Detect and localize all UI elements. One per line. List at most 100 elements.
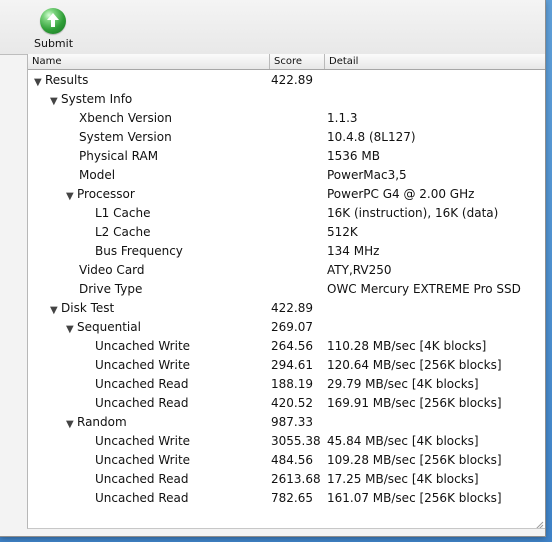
row-name: Uncached Write [95, 453, 191, 467]
score-cell: 3055.38 [271, 434, 321, 448]
detail-cell: 134 MHz [327, 244, 380, 258]
table-row[interactable]: Uncached Read 2613.68 17.25 MB/sec [4K b… [28, 469, 545, 488]
arrow-up-icon [40, 8, 66, 34]
detail-cell: PowerMac3,5 [327, 168, 407, 182]
row-name: Uncached Read [95, 472, 189, 486]
row-name: Xbench Version [79, 111, 172, 125]
detail-cell: 45.84 MB/sec [4K blocks] [327, 434, 479, 448]
disclosure-triangle-icon[interactable]: ▼ [66, 192, 76, 202]
score-cell: 987.33 [271, 415, 313, 429]
detail-cell: 512K [327, 225, 358, 239]
score-cell [271, 91, 326, 107]
score-cell: 782.65 [271, 491, 313, 505]
row-name: Model [79, 168, 116, 182]
score-cell: 294.61 [271, 358, 313, 372]
row-name: L1 Cache [95, 206, 151, 220]
disclosure-triangle-icon[interactable]: ▼ [66, 325, 76, 335]
table-row[interactable]: Model PowerMac3,5 [28, 165, 545, 184]
table-header: Name Score Detail [28, 54, 545, 70]
score-cell: 484.56 [271, 453, 313, 467]
name-column-header[interactable]: Name [28, 54, 270, 69]
results-name-cell: ▼ Results [34, 72, 88, 88]
row-name: Uncached Read [95, 377, 189, 391]
detail-cell: ATY,RV250 [327, 263, 392, 277]
table-row[interactable]: Uncached Write 3055.38 45.84 MB/sec [4K … [28, 431, 545, 450]
processor-name-cell: ▼ Processor [66, 186, 135, 202]
submit-button[interactable]: Submit [26, 4, 82, 50]
table-rows: ▼ Results 422.89 ▼ System Info Xbench Vers… [28, 70, 545, 528]
score-cell: 264.56 [271, 339, 313, 353]
detail-cell [327, 414, 543, 430]
detail-column-header[interactable]: Detail [325, 54, 545, 69]
table-row[interactable]: Drive Type OWC Mercury EXTREME Pro SSD [28, 279, 545, 298]
row-name: Uncached Read [95, 491, 189, 505]
row-name: System Version [79, 130, 172, 144]
system-info-name-cell: ▼ System Info [50, 91, 132, 107]
table-row[interactable]: Uncached Write 294.61 120.64 MB/sec [256… [28, 355, 545, 374]
random-name-cell: ▼ Random [66, 414, 127, 430]
disclosure-triangle-icon[interactable]: ▼ [34, 78, 44, 88]
detail-cell: PowerPC G4 @ 2.00 GHz [327, 187, 475, 201]
table-row[interactable]: Bus Frequency 134 MHz [28, 241, 545, 260]
detail-cell: 161.07 MB/sec [256K blocks] [327, 491, 502, 505]
detail-cell: 10.4.8 (8L127) [327, 130, 416, 144]
detail-cell: 17.25 MB/sec [4K blocks] [327, 472, 479, 486]
table-row[interactable]: Uncached Read 188.19 29.79 MB/sec [4K bl… [28, 374, 545, 393]
detail-cell: 1.1.3 [327, 111, 358, 125]
results-outline-table[interactable]: Name Score Detail ▼ Results 422.89 ▼ Syste… [27, 54, 545, 529]
score-cell: 422.89 [271, 73, 313, 87]
score-cell [271, 224, 326, 240]
table-row-disk-test[interactable]: ▼ Disk Test 422.89 [28, 298, 545, 317]
detail-cell: 169.91 MB/sec [256K blocks] [327, 396, 502, 410]
score-cell: 420.52 [271, 396, 313, 410]
score-cell [271, 167, 326, 183]
score-column-header[interactable]: Score [270, 54, 325, 69]
table-row-random[interactable]: ▼ Random 987.33 [28, 412, 545, 431]
resize-grip-icon[interactable] [532, 515, 544, 528]
detail-cell: OWC Mercury EXTREME Pro SSD [327, 282, 521, 296]
table-row[interactable]: Uncached Read 782.65 161.07 MB/sec [256K… [28, 488, 545, 507]
toolbar: Submit [0, 0, 545, 55]
row-name: Processor [77, 187, 135, 201]
detail-cell [327, 72, 543, 88]
score-cell [271, 205, 326, 221]
row-name: Uncached Read [95, 396, 189, 410]
disk-test-name-cell: ▼ Disk Test [50, 300, 114, 316]
detail-cell: 120.64 MB/sec [256K blocks] [327, 358, 502, 372]
score-cell [271, 110, 326, 126]
table-row[interactable]: L1 Cache 16K (instruction), 16K (data) [28, 203, 545, 222]
table-row-sequential[interactable]: ▼ Sequential 269.07 [28, 317, 545, 336]
score-cell: 422.89 [271, 301, 313, 315]
table-row-processor[interactable]: ▼ Processor PowerPC G4 @ 2.00 GHz [28, 184, 545, 203]
row-name: L2 Cache [95, 225, 151, 239]
table-row[interactable]: Uncached Write 484.56 109.28 MB/sec [256… [28, 450, 545, 469]
score-cell [271, 281, 326, 297]
disclosure-triangle-icon[interactable]: ▼ [66, 420, 76, 430]
row-name: Random [77, 415, 127, 429]
row-name: Disk Test [61, 301, 115, 315]
table-row[interactable]: Uncached Write 264.56 110.28 MB/sec [4K … [28, 336, 545, 355]
table-row[interactable]: L2 Cache 512K [28, 222, 545, 241]
score-cell [271, 186, 326, 202]
table-row[interactable]: Uncached Read 420.52 169.91 MB/sec [256K… [28, 393, 545, 412]
table-row-results[interactable]: ▼ Results 422.89 [28, 70, 545, 89]
score-cell: 269.07 [271, 320, 313, 334]
disclosure-triangle-icon[interactable]: ▼ [50, 97, 60, 107]
detail-cell [327, 300, 543, 316]
table-row[interactable]: System Version 10.4.8 (8L127) [28, 127, 545, 146]
row-name: Drive Type [79, 282, 143, 296]
row-name: Sequential [77, 320, 141, 334]
detail-cell [327, 319, 543, 335]
disclosure-triangle-icon[interactable]: ▼ [50, 306, 60, 316]
table-row[interactable]: Xbench Version 1.1.3 [28, 108, 545, 127]
row-name: Uncached Write [95, 434, 191, 448]
submit-label: Submit [34, 37, 74, 50]
score-cell [271, 129, 326, 145]
table-row-system-info[interactable]: ▼ System Info [28, 89, 545, 108]
detail-cell: 110.28 MB/sec [4K blocks] [327, 339, 487, 353]
table-row[interactable]: Physical RAM 1536 MB [28, 146, 545, 165]
table-row[interactable]: Video Card ATY,RV250 [28, 260, 545, 279]
row-name: Bus Frequency [95, 244, 183, 258]
row-name: System Info [61, 92, 133, 106]
row-name: Uncached Write [95, 339, 191, 353]
